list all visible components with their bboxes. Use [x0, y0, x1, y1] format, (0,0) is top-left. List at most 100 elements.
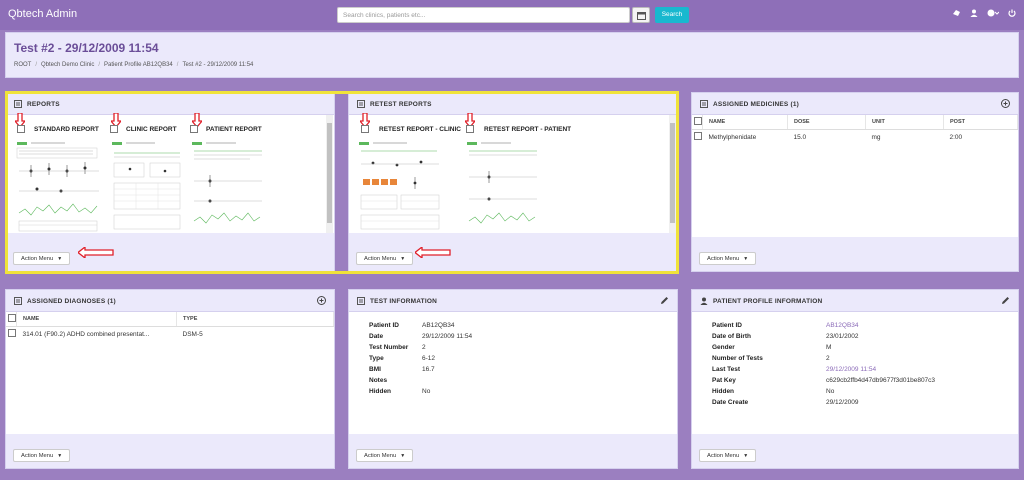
add-medicine-icon[interactable]	[1001, 99, 1010, 108]
reports-icon	[357, 100, 365, 108]
reports-title: REPORTS	[27, 101, 60, 108]
retest-patient-thumbnail[interactable]	[465, 141, 541, 233]
field-value: M	[826, 344, 832, 351]
diagnoses-table: NAME TYPE 314.01 (F90.2) ADHD combined p…	[6, 312, 334, 342]
page-header: Test #2 - 29/12/2009 11:54 ROOT / Qbtech …	[5, 32, 1019, 78]
notifications-icon[interactable]	[952, 9, 961, 19]
breadcrumb-root[interactable]: ROOT	[14, 62, 31, 68]
diagnoses-action-menu-button[interactable]: Action Menu ▼	[13, 449, 71, 462]
edit-pencil-icon[interactable]	[1001, 296, 1010, 305]
power-icon[interactable]	[1008, 9, 1016, 19]
patient-id-link[interactable]: AB12QB34	[826, 322, 859, 329]
breadcrumb-patient[interactable]: Patient Profile AB12QB34	[104, 62, 173, 68]
edit-pencil-icon[interactable]	[660, 296, 669, 305]
retest-patient-checkbox[interactable]	[466, 125, 474, 133]
user-icon	[700, 297, 708, 305]
field-value: No	[422, 388, 431, 395]
diagnosis-type: DSM-5	[182, 330, 203, 338]
breadcrumb-test: Test #2 - 29/12/2009 11:54	[182, 62, 254, 68]
column-header[interactable]: NAME	[702, 115, 788, 130]
arrow-annotation-icon	[78, 247, 114, 258]
page-title: Test #2 - 29/12/2009 11:54	[14, 41, 159, 55]
search-button[interactable]: Search	[655, 7, 689, 23]
retest-action-menu-button[interactable]: Action Menu ▼	[356, 252, 414, 265]
table-row[interactable]: Methylphenidate 15.0 mg 2:00	[692, 129, 1018, 145]
select-all-diagnoses-checkbox[interactable]	[8, 313, 16, 322]
assigned-medicines-panel: ASSIGNED MEDICINES (1) NAME DOSE UNIT PO…	[691, 92, 1019, 272]
field-value: 2	[826, 355, 830, 362]
top-bar: Qbtech Admin Search clinics, patients et…	[0, 0, 1024, 30]
row-checkbox[interactable]	[694, 132, 702, 141]
reports-scrollbar[interactable]	[326, 115, 333, 235]
add-diagnosis-icon[interactable]	[317, 296, 326, 305]
field-value: 6-12	[422, 355, 436, 362]
diagnosis-list-icon	[14, 297, 22, 305]
patient-profile-panel: PATIENT PROFILE INFORMATION Patient ID A…	[691, 289, 1019, 469]
table-row[interactable]: 314.01 (F90.2) ADHD combined presentat..…	[6, 326, 334, 342]
retest-clinic-thumbnail[interactable]	[357, 141, 443, 233]
calendar-button[interactable]	[632, 7, 650, 23]
standard-report-checkbox[interactable]	[17, 125, 25, 133]
column-header[interactable]: NAME	[16, 312, 177, 327]
breadcrumb-clinic[interactable]: Qbtech Demo Clinic	[41, 62, 94, 68]
field-label: Last Test	[712, 366, 741, 373]
field-label: Gender	[712, 344, 735, 351]
language-globe-icon[interactable]	[987, 9, 1000, 19]
field-value: 16.7	[422, 366, 435, 373]
column-header[interactable]: TYPE	[176, 312, 334, 327]
select-all-medicines-checkbox[interactable]	[694, 116, 702, 125]
arrow-annotation-icon	[415, 247, 451, 258]
field-label: Number of Tests	[712, 355, 763, 362]
patient-action-menu-button[interactable]: Action Menu ▼	[699, 449, 757, 462]
field-value: 2	[422, 344, 426, 351]
field-label: Patient ID	[369, 322, 399, 329]
test-information-panel: TEST INFORMATION Patient ID AB12QB34 Dat…	[348, 289, 678, 469]
field-label: Hidden	[369, 388, 392, 395]
medicines-action-menu-button[interactable]: Action Menu ▼	[699, 252, 757, 265]
retest-clinic-checkbox[interactable]	[361, 125, 369, 133]
field-value: c629cb2ffb4d47db9677f3d01be807c3	[826, 377, 936, 384]
app-title[interactable]: Qbtech Admin	[8, 8, 77, 20]
retest-reports-panel: RETEST REPORTS RETEST REPORT - CLINIC RE…	[348, 92, 678, 272]
patient-profile-title: PATIENT PROFILE INFORMATION	[713, 298, 823, 305]
assigned-diagnoses-panel: ASSIGNED DIAGNOSES (1) NAME TYPE 314.01 …	[5, 289, 335, 469]
clinic-report-checkbox[interactable]	[110, 125, 118, 133]
retest-scrollbar[interactable]	[669, 115, 676, 235]
field-label: Date of Birth	[712, 333, 751, 340]
field-value: 29/12/2009	[826, 399, 859, 406]
reports-icon	[14, 100, 22, 108]
test-information-title: TEST INFORMATION	[370, 298, 437, 305]
medicines-table: NAME DOSE UNIT POST Methylphenidate 15.0…	[692, 115, 1018, 145]
standard-report-label: STANDARD REPORT	[34, 126, 99, 133]
medicine-post: 2:00	[949, 133, 963, 141]
column-header[interactable]: DOSE	[787, 115, 866, 130]
test-info-action-menu-button[interactable]: Action Menu ▼	[356, 449, 414, 462]
field-label: Notes	[369, 377, 388, 384]
medicine-unit: mg	[871, 133, 881, 141]
field-label: Test Number	[369, 344, 409, 351]
field-label: Hidden	[712, 388, 735, 395]
user-icon[interactable]	[970, 9, 978, 19]
patient-report-checkbox[interactable]	[190, 125, 198, 133]
medicine-list-icon	[700, 100, 708, 108]
row-checkbox[interactable]	[8, 329, 16, 338]
field-label: Pat Key	[712, 377, 736, 384]
column-header[interactable]: POST	[943, 115, 1018, 130]
last-test-link[interactable]: 29/12/2009 11:54	[826, 366, 876, 373]
medicine-name: Methylphenidate	[708, 133, 757, 141]
clinic-report-thumbnail[interactable]	[110, 141, 185, 233]
calendar-icon	[637, 12, 646, 20]
column-header[interactable]: UNIT	[865, 115, 944, 130]
patient-report-label: PATIENT REPORT	[206, 126, 262, 133]
diagnosis-name: 314.01 (F90.2) ADHD combined presentat..…	[22, 330, 150, 338]
field-label: Date Create	[712, 399, 749, 406]
field-label: Date	[369, 333, 384, 340]
patient-report-thumbnail[interactable]	[190, 141, 266, 233]
search-input[interactable]: Search clinics, patients etc...	[337, 7, 630, 23]
field-value: 29/12/2009 11:54	[422, 333, 473, 340]
field-value: AB12QB34	[422, 322, 455, 329]
standard-report-thumbnail[interactable]	[15, 141, 103, 233]
reports-action-menu-button[interactable]: Action Menu ▼	[13, 252, 71, 265]
retest-reports-title: RETEST REPORTS	[370, 101, 432, 108]
assigned-diagnoses-title: ASSIGNED DIAGNOSES (1)	[27, 298, 116, 305]
